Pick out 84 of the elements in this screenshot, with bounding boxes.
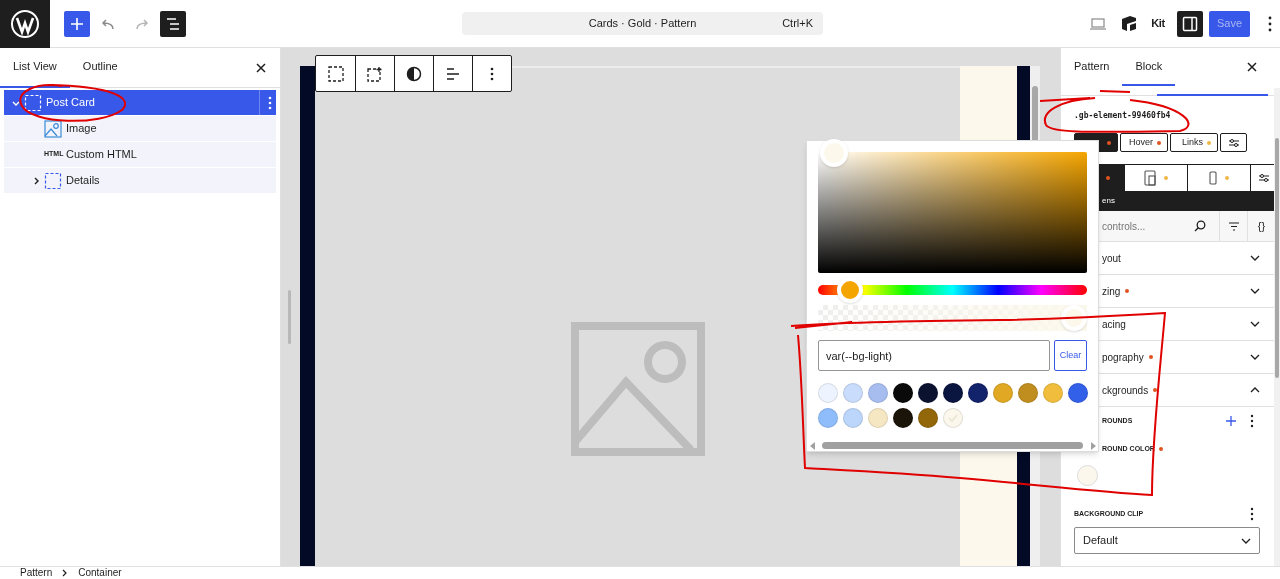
container-block-icon xyxy=(44,171,62,190)
sidebar-icon xyxy=(1182,15,1198,32)
logo-icon xyxy=(10,8,40,39)
panel-tab[interactable]: Outline xyxy=(69,47,131,88)
alpha-slider[interactable] xyxy=(818,305,1087,331)
command-bar[interactable]: Cards · Gold · Pattern Ctrl+K xyxy=(462,12,823,35)
device-tab[interactable] xyxy=(1125,165,1187,191)
scroll-right-icon[interactable] xyxy=(1090,442,1096,450)
breadcrumb-link[interactable]: Container xyxy=(78,567,122,579)
saturation-area[interactable] xyxy=(818,152,1087,273)
panel-title: ckgrounds xyxy=(1102,383,1149,398)
panel-tab[interactable]: Pattern xyxy=(1061,48,1123,86)
plus-icon xyxy=(70,16,84,31)
kit-label[interactable]: Kit xyxy=(1151,15,1165,32)
more-options-icon[interactable] xyxy=(1268,15,1272,32)
sliders-icon xyxy=(1257,173,1270,183)
image-block-icon xyxy=(44,119,62,138)
align-left-icon xyxy=(445,65,461,82)
check-icon xyxy=(948,414,958,422)
close-icon xyxy=(256,62,266,73)
panel-title: zing xyxy=(1102,284,1121,299)
add-group-icon xyxy=(367,65,383,82)
color-value-field[interactable]: var(--bg-light) xyxy=(818,340,1050,371)
tablet-icon xyxy=(1144,170,1156,186)
tree-item-label: Details xyxy=(66,173,100,189)
plugin-logo-icon[interactable] xyxy=(1121,14,1138,33)
close-button[interactable] xyxy=(1246,61,1258,73)
color-swatch[interactable] xyxy=(1077,465,1098,486)
chevron-icon xyxy=(1250,287,1260,295)
settings-button[interactable] xyxy=(1220,133,1247,152)
tree-item[interactable]: Post Card xyxy=(4,90,276,115)
container-block-icon xyxy=(24,93,42,112)
chevron-icon xyxy=(1250,353,1260,361)
tree-item[interactable]: Image xyxy=(4,116,276,141)
tree-item-label: Image xyxy=(66,121,97,137)
more-options-icon[interactable] xyxy=(1250,507,1254,521)
search-icon[interactable] xyxy=(1194,220,1206,232)
panel-title: yout xyxy=(1102,251,1121,266)
add-block-button[interactable] xyxy=(64,10,90,37)
panel-title: pography xyxy=(1102,350,1144,365)
shortcut-label: Ctrl+K xyxy=(782,16,813,32)
scrollbar-thumb[interactable] xyxy=(1275,138,1279,378)
clear-button[interactable]: Clear xyxy=(1054,340,1087,371)
sliders-icon xyxy=(1227,137,1240,148)
chevron-icon xyxy=(1250,320,1260,328)
close-icon xyxy=(1247,62,1257,72)
settings-toggle-button[interactable] xyxy=(1177,10,1203,37)
select-value: Default xyxy=(1083,533,1118,549)
list-view-icon xyxy=(165,16,181,31)
more-options-icon xyxy=(490,65,494,82)
state-tab[interactable]: Links xyxy=(1170,133,1218,152)
tree-item-label: Custom HTML xyxy=(66,147,137,163)
panel-title: acing xyxy=(1102,317,1126,332)
screens-label: ens xyxy=(1102,195,1115,207)
chevron-icon xyxy=(1250,386,1260,394)
settings-button[interactable] xyxy=(1251,165,1276,191)
command-bar-title: Cards · Gold · Pattern xyxy=(588,16,697,32)
list-view-button[interactable] xyxy=(160,10,186,37)
scrollbar-thumb[interactable] xyxy=(822,442,1083,449)
more-options-icon[interactable] xyxy=(1250,414,1254,428)
select-parent-icon xyxy=(327,65,344,82)
panel-tab[interactable]: Block xyxy=(1122,48,1176,86)
scroll-left-icon[interactable] xyxy=(810,442,816,450)
site-logo-button[interactable] xyxy=(0,0,50,48)
panel-tab[interactable]: List View xyxy=(0,47,70,88)
scrollbar[interactable] xyxy=(1274,88,1280,566)
mobile-icon xyxy=(1209,171,1217,185)
chevron-icon xyxy=(1250,254,1260,262)
tree-item[interactable]: Details xyxy=(4,168,276,193)
slider-thumb[interactable] xyxy=(1061,305,1087,331)
chevron-icon xyxy=(62,569,69,577)
chevron-icon xyxy=(1241,536,1251,545)
resize-handle[interactable] xyxy=(288,290,291,344)
breadcrumb-link[interactable]: Pattern xyxy=(20,567,53,579)
state-tab[interactable]: Hover xyxy=(1120,133,1168,152)
image-icon xyxy=(570,322,705,456)
close-button[interactable] xyxy=(255,61,267,74)
tree-item-label: Post Card xyxy=(46,95,95,111)
plus-icon[interactable] xyxy=(1226,416,1236,426)
search-field[interactable]: controls... xyxy=(1102,218,1192,234)
contrast-icon xyxy=(406,65,422,82)
css-selector-label: .gb-element-99460fb4 xyxy=(1074,110,1172,122)
select-field[interactable]: Default xyxy=(1074,527,1260,554)
filter-icon xyxy=(1228,221,1239,231)
